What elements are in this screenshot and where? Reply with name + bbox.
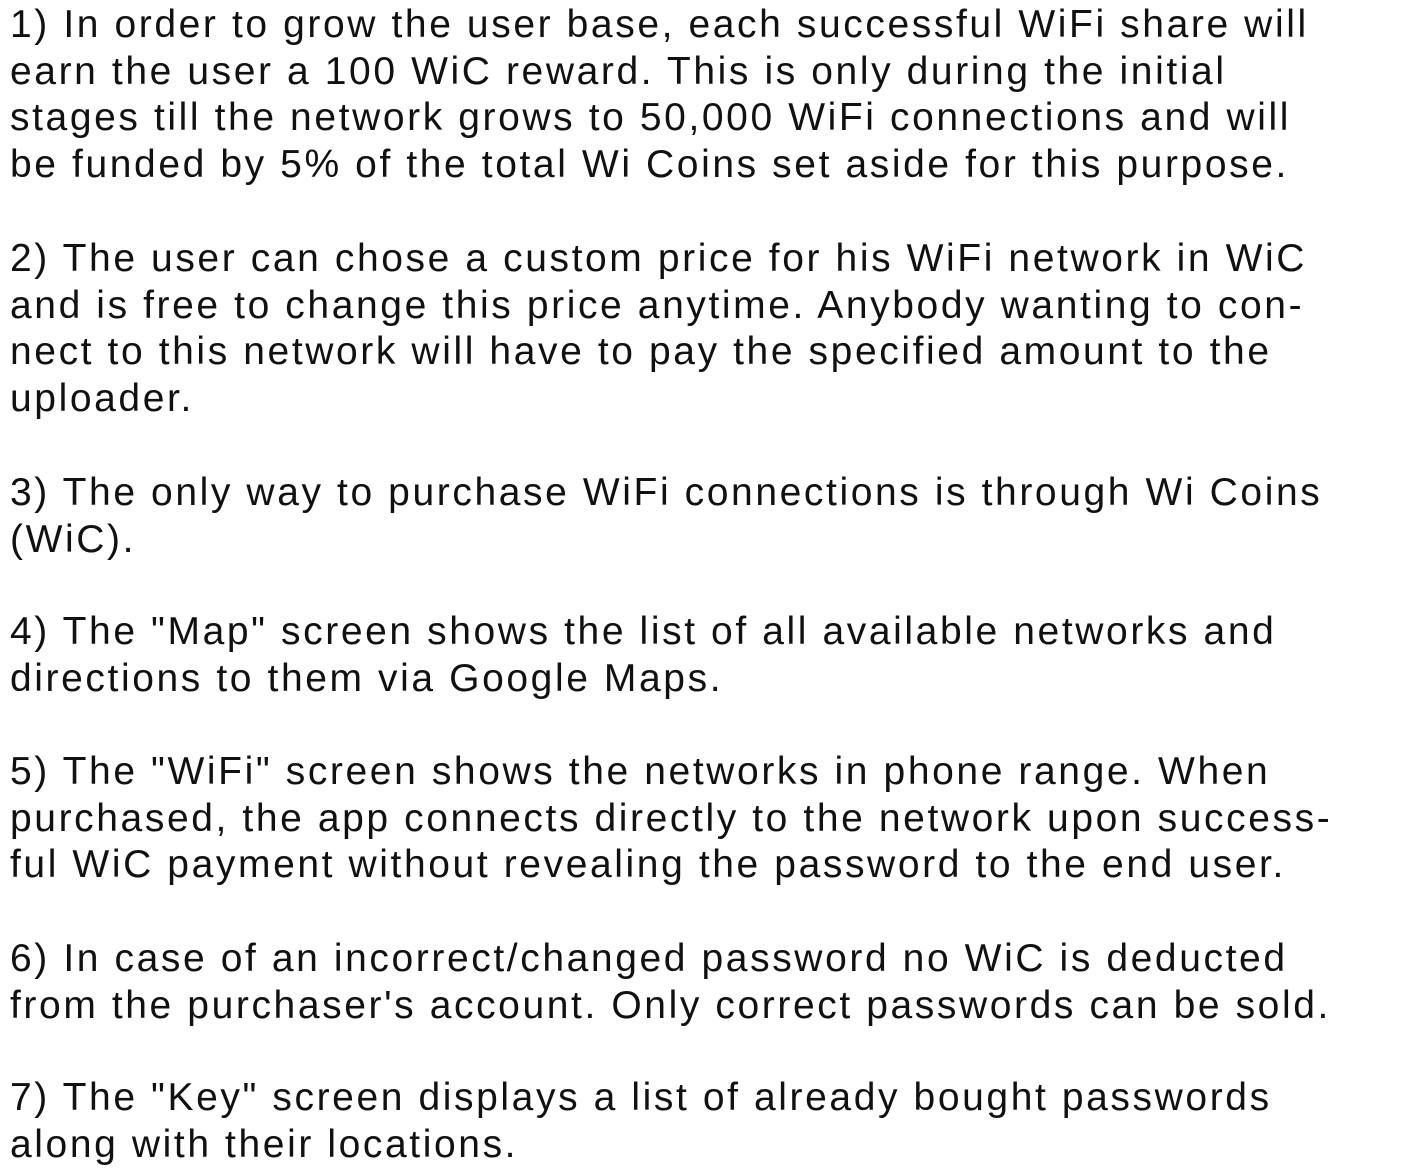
text-line: 4) The "Map" screen shows the list of al…: [10, 609, 1420, 656]
text-line: earn the user a 100 WiC reward. This is …: [10, 49, 1420, 96]
text-line: ful WiC payment without revealing the pa…: [10, 842, 1420, 889]
text-line: 6) In case of an incorrect/changed passw…: [10, 936, 1420, 983]
text-line: stages till the network grows to 50,000 …: [10, 95, 1420, 142]
text-line: 2) The user can chose a custom price for…: [10, 236, 1420, 283]
text-line: uploader.: [10, 376, 1420, 423]
text-line: along with their locations.: [10, 1122, 1420, 1168]
text-line: 5) The "WiFi" screen shows the networks …: [10, 749, 1420, 796]
text-line: 1) In order to grow the user base, each …: [10, 2, 1420, 49]
text-line: from the purchaser's account. Only corre…: [10, 983, 1420, 1030]
text-line: purchased, the app connects directly to …: [10, 796, 1420, 843]
text-line: directions to them via Google Maps.: [10, 656, 1420, 703]
text-line: 7) The "Key" screen displays a list of a…: [10, 1075, 1420, 1122]
text-line: nect to this network will have to pay th…: [10, 329, 1420, 376]
paragraph-6: 6) In case of an incorrect/changed passw…: [10, 936, 1420, 1029]
paragraph-3: 3) The only way to purchase WiFi connect…: [10, 470, 1420, 563]
paragraph-4: 4) The "Map" screen shows the list of al…: [10, 609, 1420, 702]
text-line: (WiC).: [10, 517, 1420, 564]
paragraph-5: 5) The "WiFi" screen shows the networks …: [10, 749, 1420, 889]
paragraph-2: 2) The user can chose a custom price for…: [10, 236, 1420, 422]
text-line: and is free to change this price anytime…: [10, 283, 1420, 330]
text-line: be funded by 5% of the total Wi Coins se…: [10, 142, 1420, 189]
text-line: 3) The only way to purchase WiFi connect…: [10, 470, 1420, 517]
paragraph-7: 7) The "Key" screen displays a list of a…: [10, 1075, 1420, 1168]
paragraph-1: 1) In order to grow the user base, each …: [10, 2, 1420, 188]
